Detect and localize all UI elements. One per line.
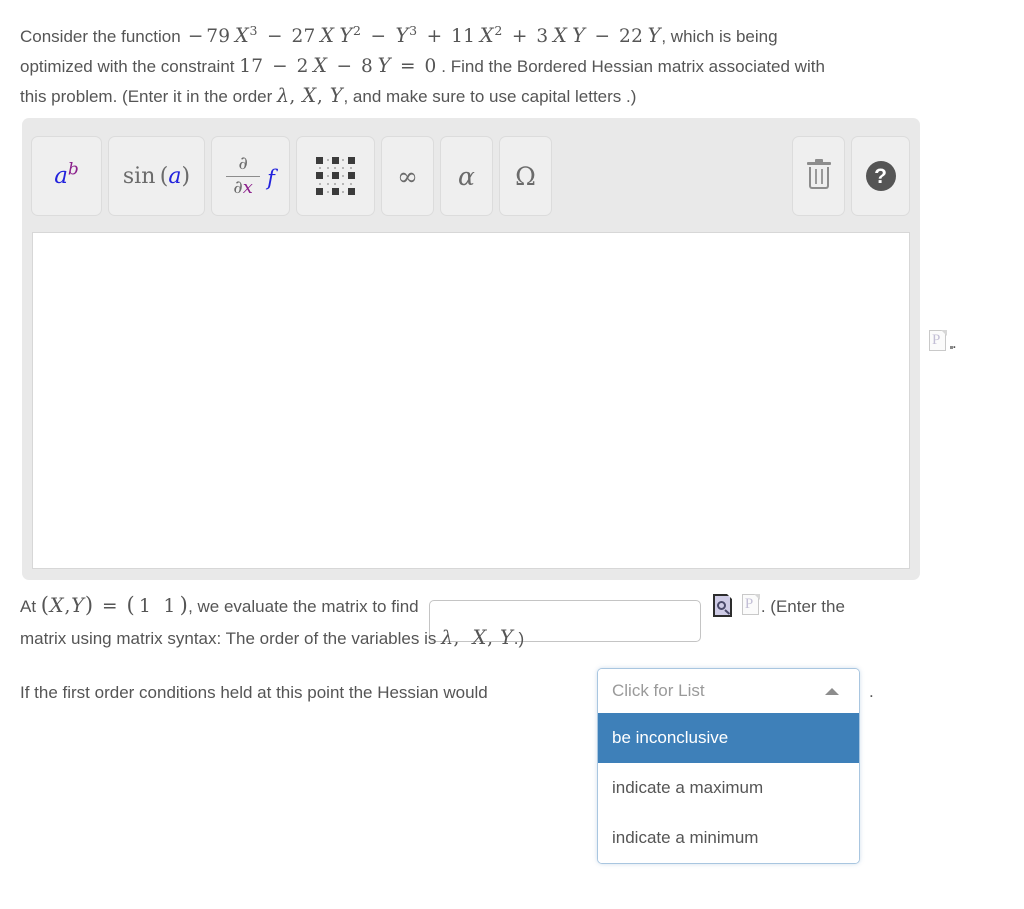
power-button[interactable]: ab	[31, 136, 102, 216]
broken-image-icon-answer: P	[741, 594, 761, 617]
partial-derivative-icon: ∂ ∂x f	[226, 154, 275, 197]
matrix-grid-icon	[316, 156, 355, 196]
dropdown-option-be-inconclusive[interactable]: be inconclusive	[598, 713, 859, 763]
broken-image-glyph-answer: P	[744, 596, 754, 612]
infinity-icon: ∞	[397, 161, 418, 191]
equation-input-canvas[interactable]	[32, 232, 910, 569]
omega-button[interactable]: Ω	[499, 136, 552, 216]
evaluate-line-2: matrix using matrix syntax: The order of…	[20, 623, 524, 653]
question-line3-prefix: this problem. (Enter it in the order	[20, 87, 273, 106]
dropdown-trigger[interactable]: Click for List	[598, 669, 859, 713]
conclusion-trailing-period: .	[869, 682, 874, 701]
page-magnifier-icon[interactable]	[713, 594, 735, 618]
question-statement: Consider the function −79 X3 − 27 X Y2 −…	[20, 21, 980, 111]
equation-editor-panel: ab sin (a) ∂ ∂x f ∞ α Ω ?	[22, 118, 920, 580]
delete-button[interactable]	[792, 136, 845, 216]
editor-side-period: .	[952, 333, 957, 352]
alpha-icon: α	[458, 161, 475, 191]
evaluate-after-icons: . (Enter the	[760, 597, 845, 616]
chevron-up-icon	[825, 687, 839, 695]
dropdown-option-indicate-a-maximum[interactable]: indicate a maximum	[598, 763, 859, 813]
evaluate-prefix: At	[20, 597, 37, 616]
question-mark-icon: ?	[865, 161, 896, 191]
infinity-button[interactable]: ∞	[381, 136, 434, 216]
editor-toolbar: ab sin (a) ∂ ∂x f ∞ α Ω ?	[31, 136, 911, 216]
objective-function: −79 X3 − 27 X Y2 − Y3 + 11 X2 + 3 X Y − …	[187, 22, 661, 47]
help-button[interactable]: ?	[851, 136, 910, 216]
dropdown-placeholder: Click for List	[612, 681, 705, 700]
omega-icon: Ω	[515, 161, 536, 191]
matrix-button[interactable]	[296, 136, 375, 216]
variable-order: λ, X, Y	[277, 84, 343, 107]
broken-image-icon-editor: P	[929, 330, 953, 353]
evaluate-line2-prefix: matrix using matrix syntax: The order of…	[20, 629, 437, 648]
conclusion-line: If the first order conditions held at th…	[20, 683, 488, 702]
alpha-button[interactable]: α	[440, 136, 493, 216]
question-line2-suffix: . Find the Bordered Hessian matrix assoc…	[441, 57, 825, 76]
question-line3-suffix: , and make sure to use capital letters .…	[343, 87, 637, 106]
question-line1-prefix: Consider the function	[20, 27, 181, 46]
evaluation-point: (X,Y) = ( 1 1 )	[40, 593, 189, 617]
evaluate-line2-vars: λ, X, Y	[441, 626, 514, 649]
question-line1-suffix: , which is being	[661, 27, 778, 46]
evaluate-line2-suffix: .)	[513, 629, 525, 648]
evaluate-after-point: , we evaluate the matrix to find	[188, 597, 419, 616]
derivative-button[interactable]: ∂ ∂x f	[211, 136, 290, 216]
function-button[interactable]: sin (a)	[108, 136, 205, 216]
trash-icon	[806, 159, 832, 190]
question-line2-prefix: optimized with the constraint	[20, 57, 235, 76]
dropdown-option-indicate-a-minimum[interactable]: indicate a minimum	[598, 813, 859, 863]
broken-image-glyph-editor: P	[932, 332, 941, 348]
constraint-equation: 17 − 2 X − 8 Y = 0	[239, 54, 437, 77]
power-icon: ab	[54, 159, 79, 189]
sine-icon: sin (a)	[122, 163, 191, 189]
hessian-conclusion-dropdown[interactable]: Click for List be inconclusive indicate …	[597, 668, 860, 864]
